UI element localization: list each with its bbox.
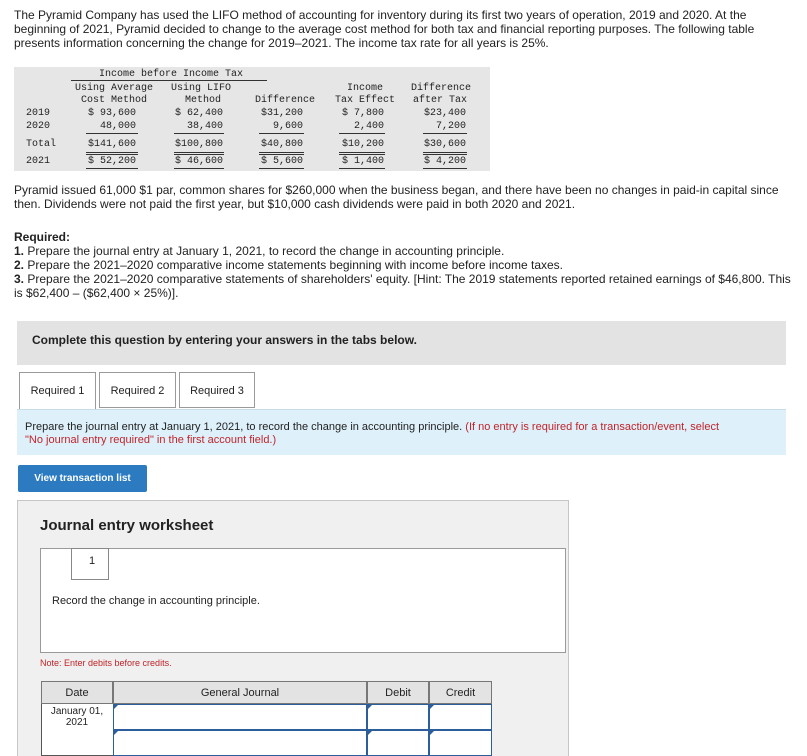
col-avg-header-1: Using Average — [75, 83, 154, 94]
tab-required-2[interactable]: Required 2 — [99, 372, 176, 408]
problem-paragraph: Pyramid issued 61,000 $1 par, common sha… — [14, 183, 779, 211]
column-header-date: Date — [41, 681, 113, 704]
entry-description: Record the change in accounting principl… — [52, 595, 260, 607]
dropdown-corner-icon — [429, 704, 435, 710]
table-cell: 48,000 — [99, 121, 136, 132]
required-item-1: 1. Prepare the journal entry at January … — [14, 244, 505, 258]
col-lifo-header-2: Method — [185, 95, 222, 106]
table-cell: $10,200 — [341, 139, 384, 150]
required-heading: Required: — [14, 230, 71, 244]
required-item-2: 2. Prepare the 2021–2020 comparative inc… — [14, 258, 563, 272]
worksheet-title: Journal entry worksheet — [40, 517, 214, 534]
table-cell: 7,200 — [435, 121, 466, 132]
column-header-credit: Credit — [429, 681, 492, 704]
col-after-header-2: after Tax — [413, 95, 468, 106]
col-tax-header-2: Tax Effect — [335, 95, 396, 106]
column-header-debit: Debit — [367, 681, 429, 704]
table-cell: $ 62,400 — [174, 108, 223, 119]
instructions-banner: Complete this question by entering your … — [17, 321, 786, 365]
col-after-header-1: Difference — [411, 83, 472, 94]
debit-input[interactable] — [367, 730, 429, 756]
tab-instruction-box: Prepare the journal entry at January 1, … — [17, 409, 786, 455]
required-section: Required: 1. Prepare the journal entry a… — [14, 230, 799, 300]
account-select[interactable] — [113, 704, 367, 730]
table-cell: $30,600 — [423, 139, 466, 150]
required-item-3: 3. Prepare the 2021–2020 comparative sta… — [14, 272, 791, 300]
col-avg-header-2: Cost Method — [81, 95, 148, 106]
table-cell: $ 1,400 — [341, 156, 384, 167]
table-cell: 2,400 — [353, 121, 384, 132]
row-label: Total — [26, 139, 57, 150]
row-label: 2021 — [26, 156, 51, 167]
tab-required-3[interactable]: Required 3 — [179, 372, 255, 408]
instruction-text: Prepare the journal entry at January 1, … — [25, 421, 463, 433]
debit-input[interactable] — [367, 704, 429, 730]
table-cell: $ 7,800 — [341, 108, 384, 119]
table-cell: $ 52,200 — [87, 156, 136, 167]
problem-intro: The Pyramid Company has used the LIFO me… — [14, 8, 755, 50]
view-transaction-list-button[interactable]: View transaction list — [18, 465, 147, 492]
table-cell: $141,600 — [87, 139, 136, 150]
row-label: 2019 — [26, 108, 51, 119]
dropdown-corner-icon — [113, 704, 119, 710]
dropdown-corner-icon — [429, 730, 435, 736]
table-cell: $23,400 — [423, 108, 466, 119]
table-cell: $31,200 — [260, 108, 303, 119]
col-diff-header: Difference — [255, 95, 316, 106]
col-tax-header-1: Income — [347, 83, 384, 94]
table-cell: 9,600 — [272, 121, 303, 132]
tab-required-1[interactable]: Required 1 — [19, 372, 96, 410]
dropdown-corner-icon — [113, 730, 119, 736]
table-cell: $ 5,600 — [260, 156, 303, 167]
inventory-data-table: Income before Income Tax Using Average C… — [14, 67, 490, 171]
row-label: 2020 — [26, 121, 51, 132]
credit-input[interactable] — [429, 730, 492, 756]
group-header: Income before Income Tax — [99, 69, 244, 80]
dropdown-corner-icon — [367, 730, 373, 736]
table-cell: $ 46,600 — [174, 156, 223, 167]
table-cell: $ 4,200 — [423, 156, 466, 167]
entry-page-tab[interactable]: 1 — [71, 548, 109, 580]
date-cell: January 01, 2021 — [50, 706, 104, 728]
dropdown-corner-icon — [367, 704, 373, 710]
column-header-general-journal: General Journal — [113, 681, 367, 704]
entry-card: Record the change in accounting principl… — [40, 548, 566, 653]
col-lifo-header-1: Using LIFO — [171, 83, 232, 94]
account-select[interactable] — [113, 730, 367, 756]
debits-note: Note: Enter debits before credits. — [40, 658, 172, 668]
table-cell: 38,400 — [186, 121, 223, 132]
table-cell: $40,800 — [260, 139, 303, 150]
credit-input[interactable] — [429, 704, 492, 730]
table-cell: $ 93,600 — [87, 108, 136, 119]
table-cell: $100,800 — [174, 139, 223, 150]
